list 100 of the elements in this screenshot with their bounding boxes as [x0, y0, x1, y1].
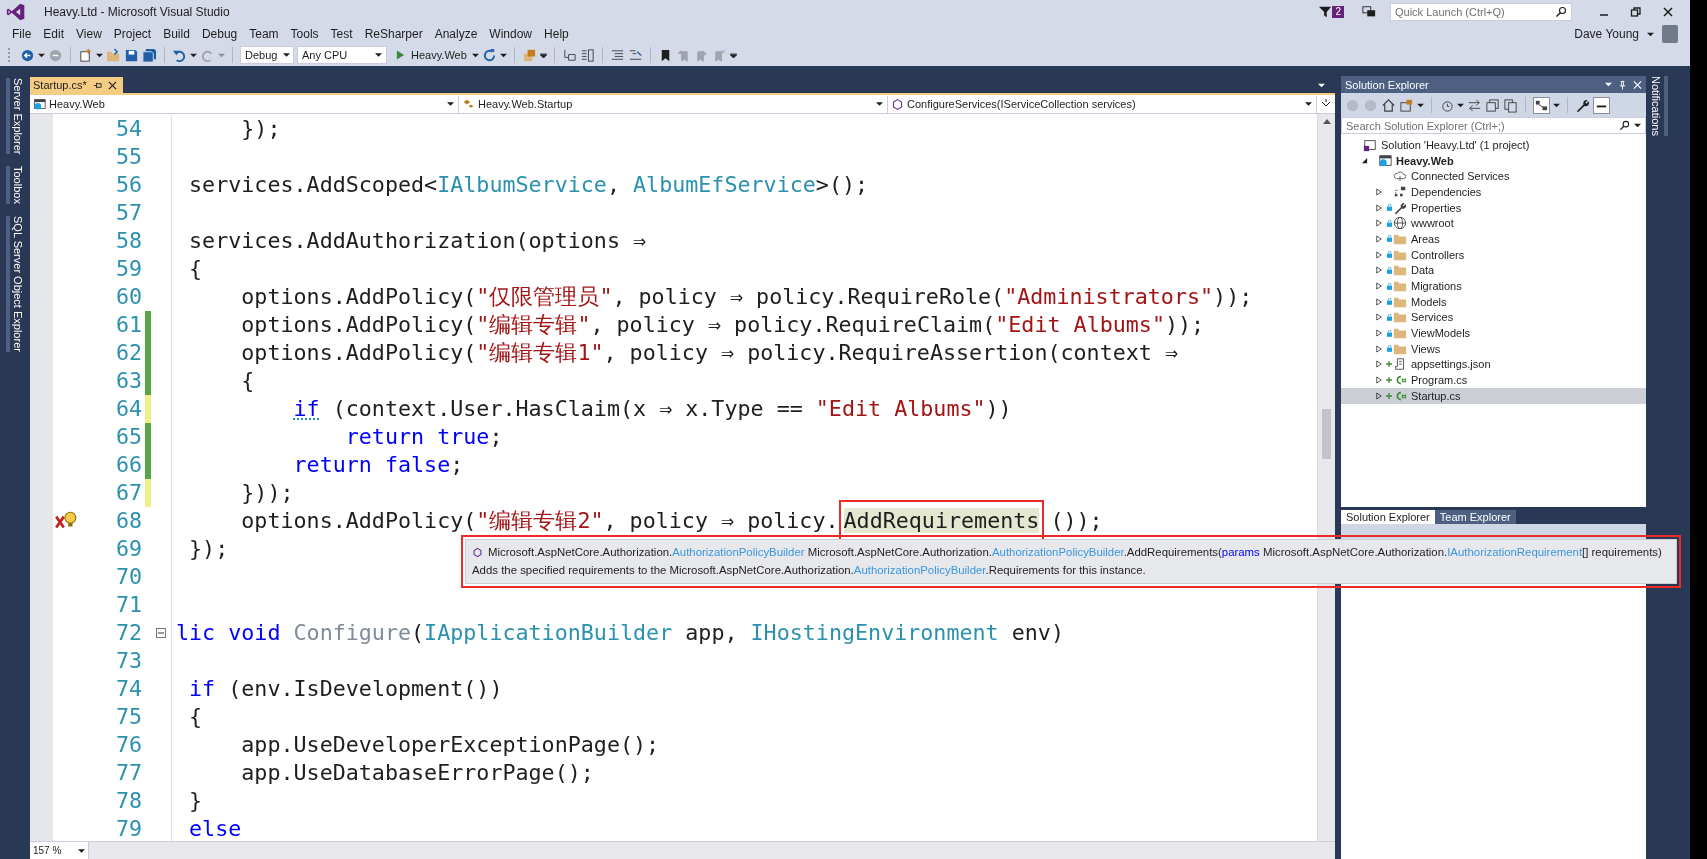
tree-item[interactable]: appsettings.json: [1341, 356, 1646, 373]
menu-item[interactable]: Edit: [39, 27, 73, 41]
tree-item[interactable]: Views: [1341, 340, 1646, 357]
filter-icon[interactable]: [1318, 5, 1333, 19]
preview-icon[interactable]: [1533, 96, 1550, 114]
tree-item[interactable]: Properties: [1341, 199, 1646, 216]
home-icon[interactable]: [1381, 97, 1396, 113]
menu-item[interactable]: View: [72, 27, 110, 41]
menu-item[interactable]: Analyze: [430, 27, 486, 41]
menu-item[interactable]: Project: [109, 27, 160, 41]
save-icon[interactable]: [124, 47, 139, 63]
scroll-up-icon[interactable]: [1322, 119, 1331, 124]
caret-icon[interactable]: [1647, 31, 1654, 37]
collapsed-arrow-icon[interactable]: [1376, 313, 1382, 322]
menu-item[interactable]: Test: [326, 27, 361, 41]
collapsed-arrow-icon[interactable]: [1376, 329, 1382, 338]
tree-item[interactable]: Program.cs: [1341, 372, 1646, 388]
pin-icon[interactable]: [92, 80, 102, 90]
panel-tab[interactable]: Solution Explorer: [1341, 510, 1435, 524]
caret-icon[interactable]: [1605, 82, 1612, 87]
refresh-icon[interactable]: [481, 47, 497, 63]
quick-launch-field[interactable]: Quick Launch (Ctrl+Q): [1390, 3, 1572, 21]
caret-icon[interactable]: [1634, 123, 1641, 128]
back-icon[interactable]: [20, 47, 35, 63]
configuration-dropdown[interactable]: Debug: [240, 46, 294, 64]
restore-icon[interactable]: [1630, 6, 1642, 18]
tree-item[interactable]: Startup.cs: [1341, 388, 1646, 404]
collapsed-arrow-icon[interactable]: [1376, 219, 1382, 228]
navigation-dropdown[interactable]: Heavy.Web.Startup: [459, 95, 888, 113]
dock-tab[interactable]: SQL Server Object Explorer: [6, 216, 24, 353]
dock-tab[interactable]: Notifications: [1650, 76, 1668, 136]
indent-icon[interactable]: [561, 47, 577, 63]
collapsed-arrow-icon[interactable]: [1376, 344, 1382, 353]
switch-views-icon[interactable]: [1399, 97, 1414, 113]
menu-item[interactable]: File: [8, 27, 40, 41]
scrollbar-thumb[interactable]: [1322, 409, 1331, 459]
menu-item[interactable]: Debug: [197, 27, 246, 41]
tree-item[interactable]: Services: [1341, 309, 1646, 326]
menu-item[interactable]: Window: [485, 27, 541, 41]
caret-icon[interactable]: [1553, 102, 1560, 108]
collapsed-arrow-icon[interactable]: [1376, 391, 1382, 400]
overflow-icon[interactable]: [539, 52, 547, 58]
open-folder-icon[interactable]: [106, 47, 121, 63]
comment-icon[interactable]: [609, 47, 625, 63]
tree-item[interactable]: ViewModels: [1341, 325, 1646, 341]
start-button[interactable]: Heavy.Web: [390, 46, 469, 64]
tree-item[interactable]: Connected Services: [1341, 168, 1646, 185]
copy-icon[interactable]: [1503, 97, 1518, 113]
menu-item[interactable]: Tools: [286, 27, 327, 41]
caret-icon[interactable]: [1457, 102, 1464, 108]
collapse-all-icon[interactable]: [1485, 97, 1500, 113]
caret-icon[interactable]: [190, 52, 197, 58]
tree-item[interactable]: Migrations: [1341, 278, 1646, 294]
zoom-dropdown[interactable]: 157 %: [30, 842, 89, 859]
menu-item[interactable]: Help: [540, 27, 577, 41]
collapsed-arrow-icon[interactable]: [1376, 360, 1382, 369]
user-name[interactable]: Dave Young: [1574, 27, 1639, 41]
tree-item[interactable]: Controllers: [1341, 246, 1646, 263]
caret-icon[interactable]: [38, 52, 45, 58]
menu-item[interactable]: Build: [159, 27, 198, 41]
tree-item[interactable]: Data: [1341, 262, 1646, 279]
uncomment-icon[interactable]: [627, 47, 643, 63]
caret-icon[interactable]: [499, 52, 507, 58]
caret-icon[interactable]: [96, 52, 103, 58]
tree-item[interactable]: Heavy.Web: [1341, 152, 1646, 169]
collapsed-arrow-icon[interactable]: [1376, 187, 1382, 196]
dock-tab[interactable]: Server Explorer: [6, 78, 24, 155]
menu-item[interactable]: Team: [245, 27, 287, 41]
panel-tab[interactable]: Team Explorer: [1434, 510, 1516, 524]
caret-icon[interactable]: [1417, 102, 1424, 108]
platform-dropdown[interactable]: Any CPU: [297, 46, 387, 64]
dock-tab[interactable]: Toolbox: [6, 166, 24, 205]
collapsed-arrow-icon[interactable]: [1376, 250, 1382, 259]
menu-item[interactable]: ReSharper: [360, 27, 431, 41]
collapsed-arrow-icon[interactable]: [1376, 266, 1382, 275]
overflow-icon[interactable]: [729, 52, 737, 58]
collapsed-arrow-icon[interactable]: [1376, 282, 1382, 291]
collapsed-arrow-icon[interactable]: [1376, 376, 1382, 385]
tree-item[interactable]: Models: [1341, 293, 1646, 310]
caret-icon[interactable]: [1318, 83, 1325, 88]
collapsed-arrow-icon[interactable]: [1376, 234, 1382, 243]
collapse-icon[interactable]: [156, 628, 166, 638]
tree-item[interactable]: Areas: [1341, 231, 1646, 247]
close-icon[interactable]: [107, 80, 117, 90]
new-item-icon[interactable]: [78, 47, 93, 63]
close-icon[interactable]: [1662, 6, 1674, 18]
split-icon[interactable]: [1321, 99, 1331, 109]
tree-item[interactable]: Solution 'Heavy.Ltd' (1 project): [1341, 137, 1646, 153]
save-all-icon[interactable]: [142, 47, 157, 63]
document-tab[interactable]: Startup.cs*: [30, 77, 123, 93]
sync-icon[interactable]: [1467, 97, 1482, 113]
tree-item[interactable]: Dependencies: [1341, 184, 1646, 200]
navigation-dropdown[interactable]: ConfigureServices(IServiceCollection services): [888, 95, 1317, 113]
list-icon[interactable]: [579, 47, 595, 63]
tree-item[interactable]: wwwroot: [1341, 215, 1646, 232]
expanded-arrow-icon[interactable]: [1360, 157, 1368, 165]
collapsed-arrow-icon[interactable]: [1376, 297, 1382, 306]
wrench-icon[interactable]: [1575, 97, 1590, 113]
feedback-icon[interactable]: [1362, 5, 1376, 19]
search-field[interactable]: Search Solution Explorer (Ctrl+;): [1341, 117, 1646, 134]
